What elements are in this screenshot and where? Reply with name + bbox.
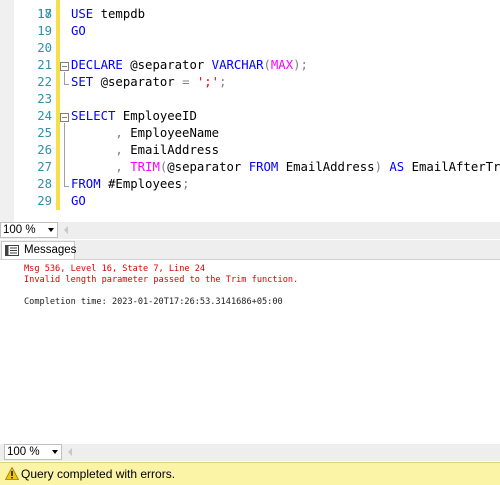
- code-token: SET: [71, 75, 94, 89]
- fold-guide: [64, 72, 65, 84]
- message-line: Completion time: 2023-01-20T17:26:53.314…: [24, 297, 283, 307]
- code-line[interactable]: 28 FROM #Employees;: [0, 176, 500, 193]
- code-token: FROM: [71, 177, 101, 191]
- code-line[interactable]: 21 DECLARE @separator VARCHAR(MAX);: [0, 57, 500, 74]
- code-token: ,: [115, 160, 123, 174]
- warning-icon: [5, 467, 19, 480]
- code-token: EmailAddress: [278, 160, 375, 174]
- code-token: EmailAfterTrim: [411, 160, 500, 174]
- code-token: DECLARE: [71, 58, 123, 72]
- code-text: , EmailAddress: [71, 142, 219, 159]
- code-token: TRIM: [130, 160, 160, 174]
- code-text: , TRIM(@separator FROM EmailAddress) AS …: [71, 159, 500, 176]
- messages-pane[interactable]: Msg 536, Level 16, State 7, Line 24 Inval…: [0, 260, 500, 440]
- scroll-left-arrow-icon[interactable]: [64, 226, 68, 234]
- line-number: 22: [37, 75, 52, 89]
- code-token: EmailAddress: [122, 143, 220, 157]
- code-token: AS: [389, 160, 405, 174]
- status-message: Query completed with errors.: [21, 467, 176, 481]
- fold-guide-end: [64, 84, 69, 85]
- line-number: 23: [37, 92, 52, 106]
- fold-toggle-declare[interactable]: [60, 62, 69, 71]
- code-token: GO: [71, 24, 86, 38]
- results-tabstrip: Messages: [0, 240, 500, 260]
- code-token: );: [293, 58, 308, 72]
- code-line[interactable]: 24 SELECT EmployeeID: [0, 108, 500, 125]
- query-editor[interactable]: 17 18 USE tempdb 19 GO 20 21 DECLARE @separato…: [0, 0, 500, 222]
- error-message-line: Invalid length parameter passed to the T…: [24, 275, 299, 285]
- zoom-value: 100 %: [7, 446, 40, 458]
- zoom-dropdown-editor[interactable]: 100 %: [0, 222, 58, 238]
- code-text: DECLARE @separator VARCHAR(MAX);: [71, 57, 308, 74]
- code-token: ,: [115, 126, 123, 140]
- code-token: @separator: [122, 58, 212, 72]
- code-token: @separator: [167, 160, 249, 174]
- scroll-left-arrow-icon[interactable]: [68, 448, 72, 456]
- code-line[interactable]: 20: [0, 40, 500, 57]
- results-zoom-bar: 100 %: [0, 444, 500, 461]
- chevron-down-icon: [52, 450, 58, 454]
- code-line[interactable]: 26 , EmailAddress: [0, 142, 500, 159]
- code-line[interactable]: 22 SET @separator = ';';: [0, 74, 500, 91]
- line-number: 27: [37, 160, 52, 174]
- code-line[interactable]: 25 , EmployeeName: [0, 125, 500, 142]
- status-bar: Query completed with errors.: [0, 462, 500, 485]
- tab-messages[interactable]: Messages: [1, 241, 77, 259]
- code-token: SELECT: [71, 109, 116, 123]
- code-token: ,: [115, 143, 123, 157]
- chevron-down-icon: [48, 228, 54, 232]
- code-token: ';': [196, 75, 220, 89]
- fold-guide: [64, 123, 65, 186]
- tab-label: Messages: [24, 244, 77, 256]
- code-text: GO: [71, 193, 86, 210]
- code-text: SET @separator = ';';: [71, 74, 227, 91]
- code-token: ;: [182, 177, 190, 191]
- code-text: SELECT EmployeeID: [71, 108, 197, 125]
- code-line[interactable]: 23: [0, 91, 500, 108]
- zoom-value: 100 %: [3, 224, 36, 236]
- code-token: @separator: [93, 75, 183, 89]
- error-message-line: Msg 536, Level 16, State 7, Line 24: [24, 264, 206, 274]
- code-text: USE tempdb: [71, 6, 145, 23]
- line-number: 29: [37, 194, 52, 208]
- code-text: GO: [71, 23, 86, 40]
- line-number: 21: [37, 58, 52, 72]
- code-token: #Employees: [100, 177, 183, 191]
- line-number: 26: [37, 143, 52, 157]
- code-text: FROM #Employees;: [71, 176, 189, 193]
- fold-toggle-select[interactable]: [60, 113, 69, 122]
- line-number: 25: [37, 126, 52, 140]
- line-number: 20: [37, 41, 52, 55]
- line-number: 24: [37, 109, 52, 123]
- zoom-dropdown-results[interactable]: 100 %: [4, 444, 62, 460]
- code-line[interactable]: 19 GO: [0, 23, 500, 40]
- code-token: EmployeeName: [122, 126, 220, 140]
- fold-guide-end: [64, 186, 69, 187]
- code-text: , EmployeeName: [71, 125, 219, 142]
- code-token: (: [263, 58, 271, 72]
- code-token: ;: [219, 75, 227, 89]
- messages-icon: [5, 245, 19, 256]
- code-token: MAX: [270, 58, 294, 72]
- code-token: VARCHAR: [211, 58, 264, 72]
- code-token: FROM: [248, 160, 279, 174]
- code-token: USE: [71, 7, 94, 21]
- code-token: tempdb: [93, 7, 146, 21]
- editor-zoom-bar: 100 %: [0, 222, 500, 239]
- line-number: 28: [37, 177, 52, 191]
- code-token: EmployeeID: [115, 109, 197, 123]
- code-token: ): [374, 160, 382, 174]
- code-line[interactable]: 29 GO: [0, 193, 500, 210]
- code-token: GO: [71, 194, 86, 208]
- code-line[interactable]: 18 USE tempdb: [0, 6, 500, 23]
- code-line[interactable]: 27 , TRIM(@separator FROM EmailAddress) …: [0, 159, 500, 176]
- line-number: 19: [37, 24, 52, 38]
- line-number: 18: [37, 7, 52, 21]
